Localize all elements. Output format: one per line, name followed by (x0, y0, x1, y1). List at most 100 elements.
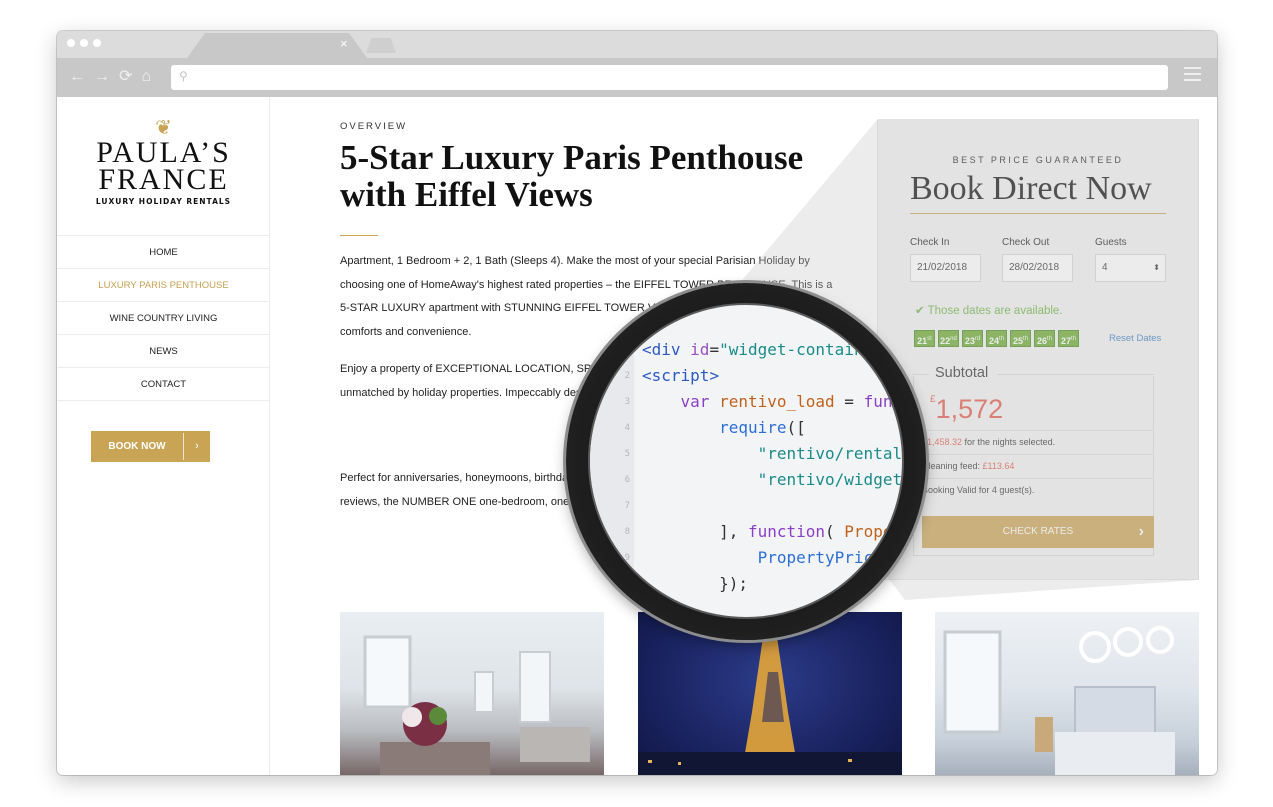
cleaning-row: Cleaning feed: £113.64 (922, 454, 1154, 478)
tab-bar: × (57, 31, 1217, 58)
code-token: require (719, 418, 787, 437)
day-badge: 26th (1034, 330, 1055, 347)
widget-kicker: BEST PRICE GUARANTEED (952, 155, 1124, 165)
code-token: Prope (844, 522, 893, 541)
check-out-label: Check Out (1002, 237, 1050, 248)
menu-item-home[interactable]: HOME (57, 236, 270, 269)
code-token: rentivo_load (719, 392, 835, 411)
code-text: "rentivo/rental (642, 441, 902, 467)
line-number: 6 (624, 475, 630, 485)
window-minimize-dot[interactable] (80, 39, 88, 47)
check-in-field[interactable]: 21/02/2018 (910, 254, 981, 282)
code-token: "rentivo/widget (757, 470, 903, 489)
total-price: £1,572 (930, 394, 1003, 425)
nights-amount: £1,458.32 (922, 437, 963, 447)
guests-value: 4 (1102, 262, 1108, 273)
widget-divider (910, 213, 1166, 214)
line-number: 9 (624, 553, 630, 563)
day-badge: 27th (1058, 330, 1079, 347)
code-text: require([ (642, 415, 806, 441)
cleaning-text: Cleaning feed: (922, 461, 983, 471)
nights-row: £1,458.32 for the nights selected. (922, 430, 1154, 454)
code-token: <script (642, 366, 710, 385)
book-now-label: BOOK NOW (108, 441, 166, 452)
code-token: function (747, 522, 826, 541)
living-room-image (363, 635, 590, 775)
window-close-dot[interactable] (67, 39, 75, 47)
code-token: PropertyPric (757, 548, 874, 567)
hamburger-menu-icon[interactable] (1184, 67, 1201, 85)
check-out-field[interactable]: 28/02/2018 (1002, 254, 1073, 282)
day-badge: 23rd (962, 330, 983, 347)
code-text: }); (642, 571, 748, 597)
photo-living-room[interactable] (340, 612, 604, 775)
check-rates-button[interactable]: CHECK RATES › (922, 516, 1154, 548)
code-token: = (834, 392, 864, 411)
code-token: func (863, 392, 903, 411)
day-badge: 25th (1010, 330, 1031, 347)
code-token: ( (825, 522, 845, 541)
menu-item-contact[interactable]: CONTACT (57, 368, 270, 401)
code-text: "rentivo/widget (642, 467, 902, 493)
check-in-label: Check In (910, 237, 950, 248)
photo-bedroom[interactable] (935, 612, 1199, 775)
main-menu: HOME LUXURY PARIS PENTHOUSE WINE COUNTRY… (57, 235, 270, 401)
code-text: PropertyPric (642, 545, 874, 571)
line-number: 2 (624, 371, 630, 381)
window-controls (67, 39, 101, 47)
code-text: <div id="widget-contain (642, 337, 864, 363)
line-number: 8 (624, 527, 630, 537)
book-now-button[interactable]: BOOK NOW › (91, 431, 210, 462)
sidebar: ❦ PAULA’S FRANCE LUXURY HOLIDAY RENTALS … (57, 97, 270, 775)
window-maximize-dot[interactable] (93, 39, 101, 47)
reload-icon[interactable]: ⟳ (119, 68, 132, 86)
code-text: var rentivo_load = func (642, 389, 902, 415)
line-number: 3 (624, 397, 630, 407)
forward-icon[interactable]: → (94, 68, 110, 86)
code-token: <div (642, 340, 691, 359)
code-snippet: <div id="widget-contain 2 <script> 3 var re… (590, 305, 902, 617)
menu-item-wine-country-living[interactable]: WINE COUNTRY LIVING (57, 302, 270, 335)
code-token: ([ (786, 418, 806, 437)
code-token: = (709, 340, 720, 359)
search-icon: ⚲ (179, 69, 188, 83)
menu-item-news[interactable]: NEWS (57, 335, 270, 368)
nav-buttons: ← → ⟳ ⌂ (69, 68, 151, 86)
total-amount: 1,572 (935, 394, 1004, 424)
widget-title: Book Direct Now (910, 170, 1152, 207)
new-tab-button[interactable] (366, 38, 396, 53)
code-token: var (680, 392, 720, 411)
day-badge: 24th (986, 330, 1007, 347)
site-logo[interactable]: ❦ PAULA’S FRANCE LUXURY HOLIDAY RENTALS (57, 117, 270, 206)
line-number: 4 (624, 423, 630, 433)
address-bar[interactable]: ⚲ (171, 65, 1168, 90)
guests-select[interactable]: 4 ⬍ (1095, 254, 1166, 282)
page-title: 5-Star Luxury Paris Penthouse with Eiffe… (340, 138, 804, 214)
bedroom-image (943, 626, 1175, 775)
code-token: > (709, 366, 720, 385)
guests-label: Guests (1095, 237, 1127, 248)
subtotal-border (997, 374, 1154, 375)
home-icon[interactable]: ⌂ (141, 68, 151, 86)
logo-line-2: FRANCE (98, 163, 229, 196)
back-icon[interactable]: ← (69, 68, 85, 86)
check-rates-label: CHECK RATES (1002, 526, 1074, 537)
chevron-right-icon: › (195, 440, 199, 452)
reset-dates-link[interactable]: Reset Dates (1109, 333, 1161, 344)
line-number: 5 (624, 449, 630, 459)
section-kicker: OVERVIEW (340, 121, 408, 132)
valid-text: Booking Valid for 4 guest(s). (922, 485, 1035, 495)
code-token: "rentivo/rental (757, 444, 903, 463)
nights-text: for the nights selected. (962, 437, 1056, 447)
menu-item-luxury-paris-penthouse[interactable]: LUXURY PARIS PENTHOUSE (57, 269, 270, 302)
code-token: ], (642, 522, 748, 541)
subtotal-border (913, 374, 929, 375)
tab-close-icon[interactable]: × (340, 36, 348, 52)
line-number: 7 (624, 501, 630, 511)
code-token: }); (642, 574, 748, 593)
magnifier-lens: <div id="widget-contain 2 <script> 3 var re… (588, 303, 904, 619)
